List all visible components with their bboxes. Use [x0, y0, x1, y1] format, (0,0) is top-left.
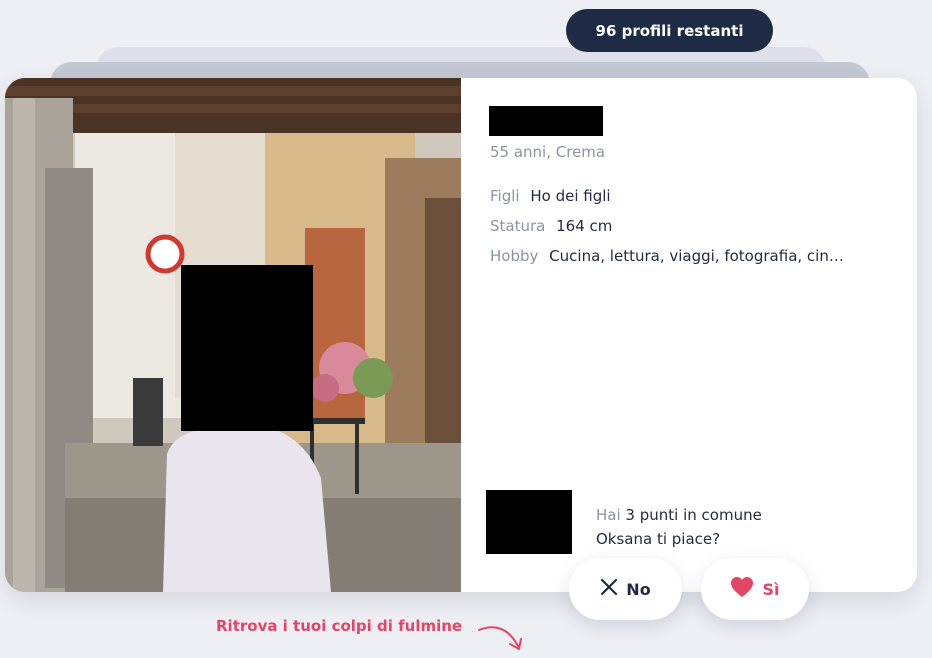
common-points: 3 punti in comune	[625, 506, 762, 524]
common-prefix: Hai	[596, 506, 621, 524]
yes-button[interactable]: Sì	[701, 558, 809, 620]
attribute-height-label: Statura	[490, 217, 546, 235]
attribute-hobby-value: Cucina, lettura, viaggi, fotografia, cin…	[549, 247, 844, 265]
attribute-children-label: Figli	[490, 187, 520, 205]
footer-hint: Ritrova i tuoi colpi di fulmine	[216, 617, 463, 635]
no-button-label: No	[626, 579, 651, 599]
profile-info: 55 anni, Crema Figli Ho dei figli Statur…	[461, 78, 917, 592]
attribute-hobby: Hobby Cucina, lettura, viaggi, fotografi…	[490, 247, 844, 265]
attribute-children: Figli Ho dei figli	[490, 187, 611, 205]
like-question: Oksana ti piace?	[596, 530, 721, 548]
heart-icon	[730, 576, 754, 602]
attribute-children-value: Ho dei figli	[530, 187, 611, 205]
attribute-hobby-label: Hobby	[490, 247, 539, 265]
remaining-profiles-badge: 96 profili restanti	[566, 9, 773, 52]
profile-photo[interactable]	[5, 78, 461, 592]
yes-button-label: Sì	[762, 579, 780, 599]
remaining-profiles-label: 96 profili restanti	[595, 21, 744, 40]
curved-arrow-icon	[476, 616, 528, 658]
profile-name-redacted	[489, 106, 603, 136]
common-points-block: Hai 3 punti in comune Oksana ti piace?	[596, 503, 762, 551]
profile-age-city: 55 anni, Crema	[490, 143, 606, 161]
avatar	[486, 490, 572, 554]
attribute-height: Statura 164 cm	[490, 217, 612, 235]
profile-card[interactable]: 55 anni, Crema Figli Ho dei figli Statur…	[5, 78, 917, 592]
no-button[interactable]: No	[569, 558, 682, 620]
attribute-height-value: 164 cm	[556, 217, 613, 235]
close-x-icon	[600, 578, 618, 600]
